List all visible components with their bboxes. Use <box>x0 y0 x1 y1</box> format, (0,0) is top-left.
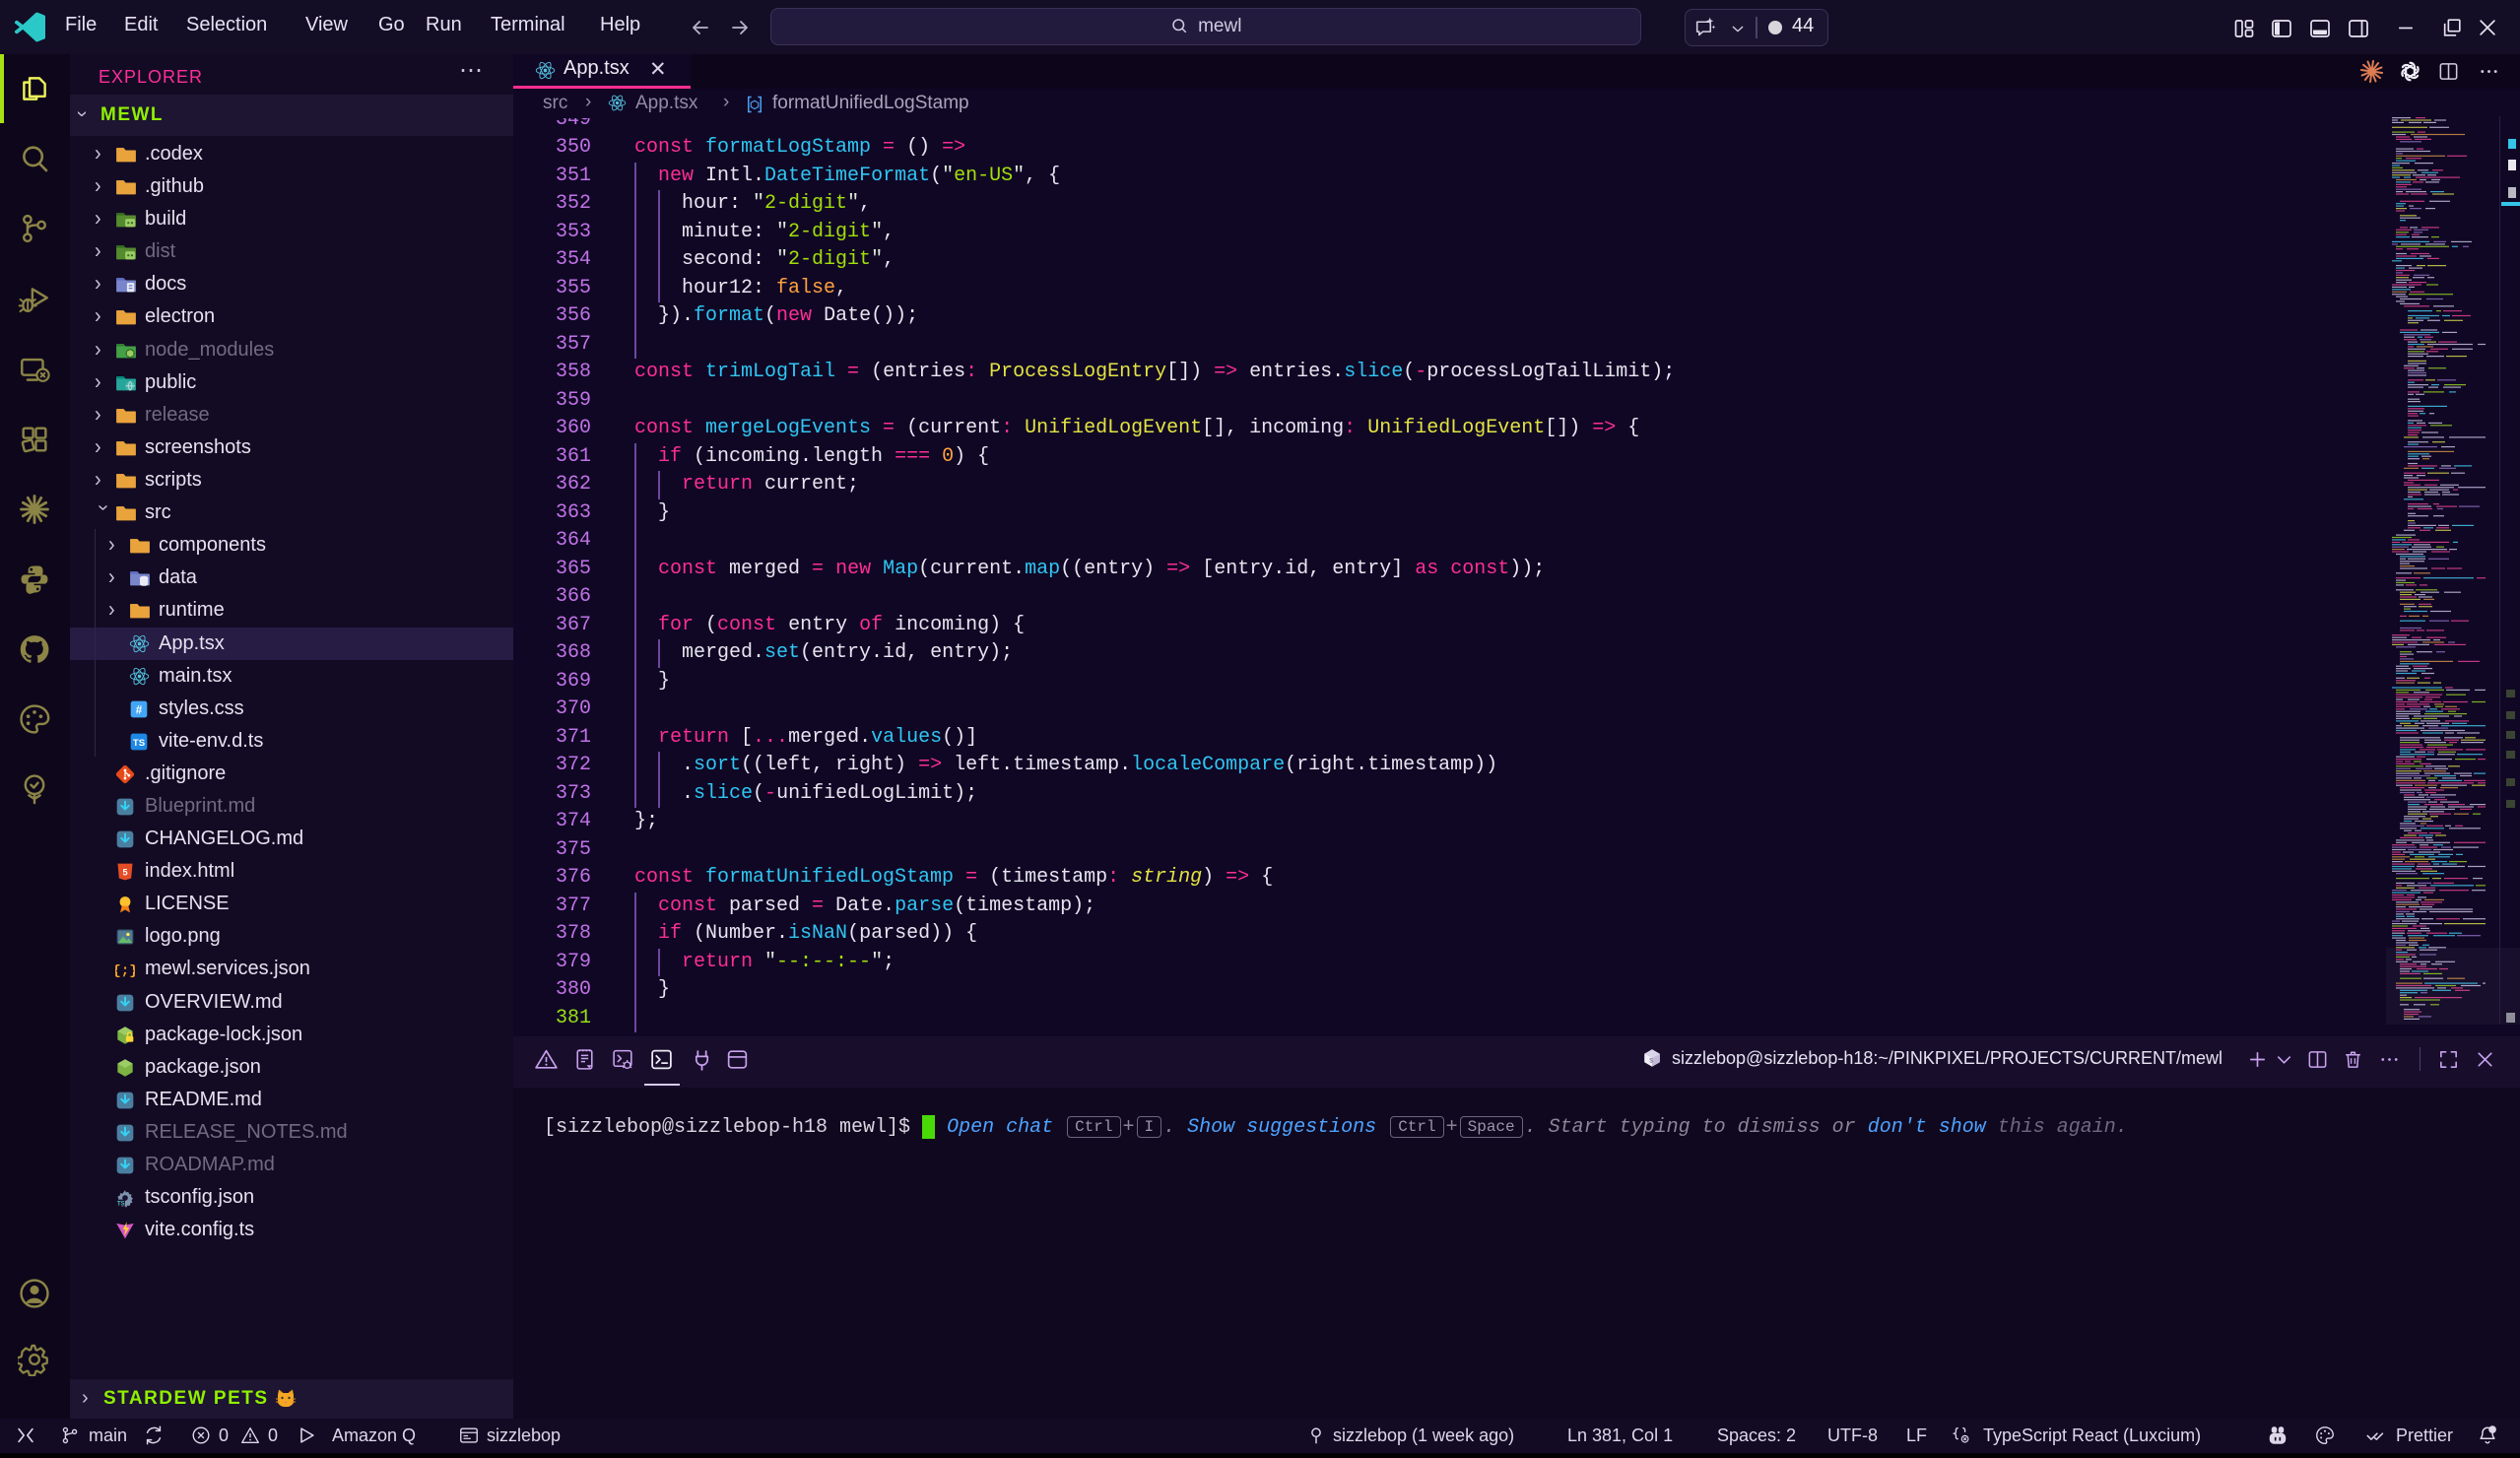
svg-text:$: $ <box>1649 1058 1653 1065</box>
